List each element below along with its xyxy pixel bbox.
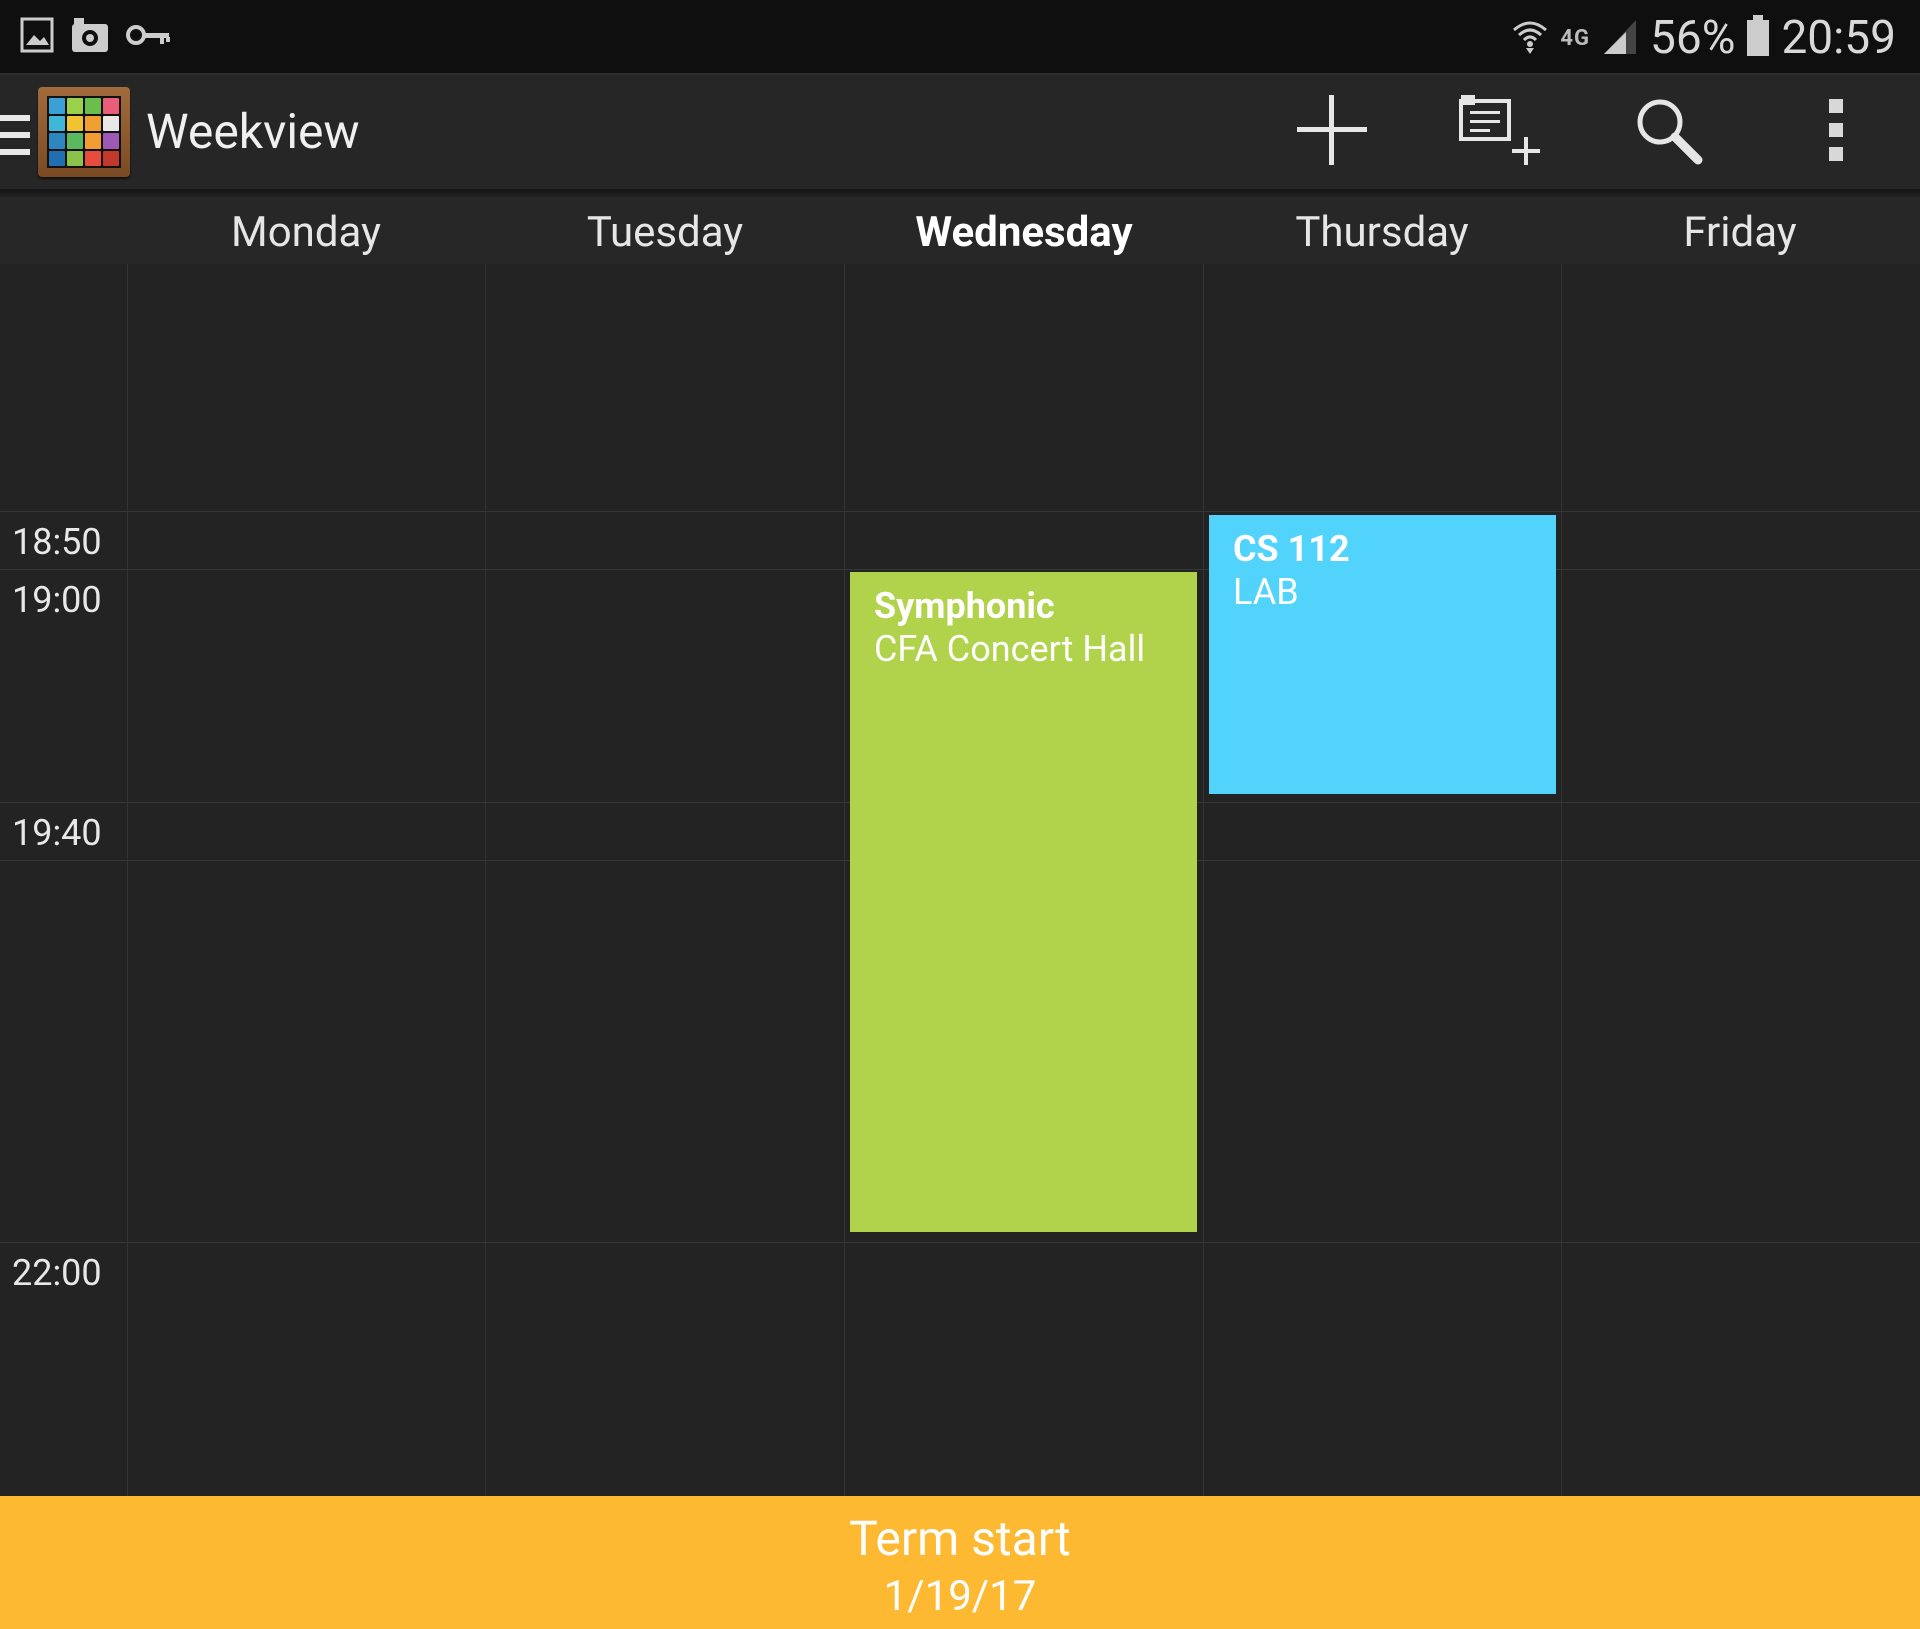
event-title: Symphonic [874,585,1055,627]
key-icon [126,20,172,54]
add-event-button[interactable] [1287,87,1377,177]
status-bar: 4G 56% 20:59 [0,0,1920,73]
column-divider [1561,264,1562,1496]
day-header-friday[interactable]: Friday [1561,208,1919,257]
clock: 20:59 [1781,11,1896,65]
column-divider [485,264,486,1496]
time-label: 18:50 [12,521,102,563]
column-divider [127,264,128,1496]
day-header-wednesday[interactable]: Wednesday [845,208,1203,257]
time-label: 22:00 [12,1252,102,1294]
row-divider [0,1242,1920,1243]
overflow-menu-icon [1826,97,1846,167]
time-label: 19:00 [12,579,102,621]
hamburger-icon[interactable] [0,115,30,155]
overflow-menu-button[interactable] [1791,87,1881,177]
search-icon [1632,94,1704,170]
day-header-thursday[interactable]: Thursday [1203,208,1561,257]
wifi-icon [1510,16,1550,60]
add-icon [1295,93,1369,171]
day-header-tuesday[interactable]: Tuesday [486,208,844,257]
event-cs-112[interactable]: CS 112 LAB [1209,515,1556,794]
notification-icons [20,16,172,58]
day-header-monday[interactable]: Monday [127,208,485,257]
event-location: CFA Concert Hall [874,628,1146,670]
term-start-banner[interactable]: Term start 1/19/17 [0,1496,1920,1629]
event-location: LAB [1233,571,1299,613]
term-start-title: Term start [849,1510,1071,1567]
column-divider [1203,264,1204,1496]
app-bar: Weekview [0,73,1920,189]
search-button[interactable] [1623,87,1713,177]
row-divider [0,511,1920,512]
gallery-icon [20,17,54,57]
column-divider [844,264,845,1496]
battery-percent: 56% [1650,11,1736,65]
week-grid[interactable]: 18:50 19:00 19:40 22:00 Symphonic CFA Co… [0,264,1920,1496]
camera-notification-icon [70,16,110,58]
appbar-shadow [0,189,1920,197]
day-header-row: Monday Tuesday Wednesday Thursday Friday [0,189,1920,264]
app-title: Weekview [146,103,360,160]
term-start-date: 1/19/17 [883,1572,1037,1621]
app-logo[interactable] [38,87,130,177]
row-divider [0,569,1920,570]
signal-icon [1600,16,1640,60]
add-multiple-icon [1458,93,1544,171]
time-label: 19:40 [12,812,102,854]
event-title: CS 112 [1233,528,1350,570]
network-type: 4G [1560,25,1591,51]
battery-icon [1745,15,1771,61]
event-symphonic[interactable]: Symphonic CFA Concert Hall [850,572,1197,1232]
add-multiple-button[interactable] [1456,87,1546,177]
